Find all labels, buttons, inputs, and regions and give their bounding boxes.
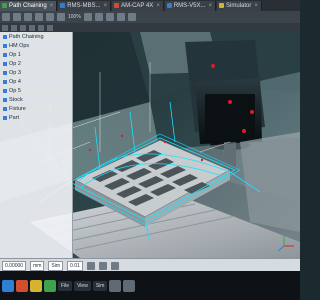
- sim-mode[interactable]: Sim: [48, 260, 64, 271]
- fixture-icon: [3, 106, 7, 111]
- close-icon[interactable]: ×: [104, 3, 108, 9]
- play-icon[interactable]: [29, 24, 35, 31]
- tree-item-label: Op 2: [9, 60, 21, 67]
- pan-icon[interactable]: [94, 13, 103, 21]
- axis-marker-icon: [242, 129, 246, 133]
- tree-item[interactable]: Op 2: [0, 59, 72, 68]
- grid-icon[interactable]: [86, 261, 95, 270]
- tree-item-label: Path Chaining: [9, 33, 44, 40]
- part-icon: [3, 115, 7, 120]
- redo-icon[interactable]: [46, 13, 54, 21]
- new-file-icon[interactable]: [2, 13, 10, 21]
- open-folder-icon[interactable]: [13, 13, 21, 21]
- zoom-icon[interactable]: [57, 13, 65, 21]
- pause-icon[interactable]: [38, 24, 44, 31]
- layers-icon[interactable]: [110, 261, 119, 270]
- close-icon[interactable]: ×: [156, 3, 160, 9]
- tree-item-label: Op 4: [9, 78, 21, 85]
- operation-icon: [3, 52, 7, 57]
- cam-app-icon[interactable]: [44, 279, 56, 292]
- section-icon[interactable]: [20, 24, 26, 31]
- close-icon[interactable]: ×: [50, 3, 54, 9]
- tab-rms-mbs[interactable]: RMS-MBS... ×: [58, 0, 112, 11]
- tree-item[interactable]: Path Chaining: [0, 32, 72, 41]
- stop-icon[interactable]: [47, 24, 53, 31]
- save-icon[interactable]: [24, 13, 32, 21]
- operation-icon: [3, 79, 7, 84]
- operation-icon: [3, 70, 7, 75]
- start-icon[interactable]: [2, 279, 14, 292]
- tree-item-label: Op 3: [9, 69, 21, 76]
- folder-icon: [3, 43, 7, 48]
- operations-tree: Path Chaining HM Ops Op 1 Op 2 Op 3 Op 4…: [0, 32, 73, 258]
- tab-am-cap[interactable]: AM-CAP 4X ×: [112, 0, 164, 11]
- tree-item[interactable]: HM Ops: [0, 41, 72, 50]
- select-icon[interactable]: [2, 24, 8, 31]
- units-select[interactable]: mm: [30, 260, 45, 271]
- network-icon[interactable]: [123, 279, 136, 292]
- taskbar-item[interactable]: Sim: [92, 280, 108, 291]
- tree-item[interactable]: Op 1: [0, 50, 72, 59]
- tree-item[interactable]: Fixture: [0, 104, 72, 113]
- tab-label: Simulator: [226, 2, 252, 9]
- document-icon: [166, 3, 172, 8]
- tree-item-label: Part: [9, 114, 20, 121]
- tab-rms-v5x[interactable]: RMS-V5X... ×: [164, 0, 217, 11]
- tree-item-label: Op 1: [9, 51, 21, 58]
- tolerance-field[interactable]: 0.01: [67, 260, 83, 271]
- tab-label: RMS-V5X...: [173, 2, 206, 9]
- folder-icon: [3, 34, 7, 39]
- status-bar: 0.00000 mm Sim 0.01: [0, 258, 300, 272]
- axis-marker-icon: [228, 100, 232, 104]
- tab-label: RMS-MBS...: [67, 2, 101, 9]
- tree-item[interactable]: Op 3: [0, 68, 72, 77]
- secondary-toolbar: [0, 23, 300, 32]
- document-icon: [60, 3, 66, 8]
- os-taskbar: File View Sim: [0, 271, 300, 300]
- tab-path-chaining[interactable]: Path Chaining ×: [0, 0, 58, 11]
- tab-label: AM-CAP 4X: [121, 2, 154, 9]
- browser-icon[interactable]: [16, 279, 28, 292]
- tree-item-label: Op 5: [9, 87, 21, 94]
- document-icon: [114, 3, 120, 8]
- operation-icon: [3, 61, 7, 66]
- axis-marker-icon: [211, 64, 215, 68]
- view-cube-icon[interactable]: [105, 13, 114, 21]
- tree-item-label: Stock: [9, 96, 23, 103]
- document-tabs: Path Chaining × RMS-MBS... × AM-CAP 4X ×…: [0, 0, 300, 11]
- tree-item-label: Fixture: [9, 105, 26, 112]
- document-icon: [219, 3, 225, 8]
- document-icon: [2, 3, 7, 8]
- tree-item-label: HM Ops: [9, 42, 30, 49]
- tab-simulator[interactable]: Simulator ×: [217, 0, 262, 11]
- taskbar-item[interactable]: View: [74, 280, 91, 291]
- close-icon[interactable]: ×: [254, 3, 258, 9]
- tree-item[interactable]: Stock: [0, 95, 72, 104]
- undo-icon[interactable]: [35, 13, 43, 21]
- settings-icon[interactable]: [109, 279, 122, 292]
- rotate-icon[interactable]: [83, 13, 92, 21]
- zoom-level: 100%: [68, 14, 81, 20]
- stock-icon: [3, 97, 7, 102]
- shade-icon[interactable]: [127, 13, 136, 21]
- measure-icon[interactable]: [11, 24, 17, 31]
- wireframe-icon[interactable]: [116, 13, 125, 21]
- operation-icon: [3, 88, 7, 93]
- folder-icon[interactable]: [30, 279, 42, 292]
- taskbar-item[interactable]: File: [58, 280, 73, 291]
- tree-item[interactable]: Op 4: [0, 77, 72, 86]
- app-window: Path Chaining × RMS-MBS... × AM-CAP 4X ×…: [0, 0, 300, 300]
- tree-item[interactable]: Op 5: [0, 86, 72, 95]
- tab-label: Path Chaining: [9, 2, 47, 9]
- coordinate-readout: 0.00000: [2, 260, 27, 271]
- axis-marker-icon: [250, 110, 254, 114]
- main-toolbar: 100%: [0, 11, 300, 23]
- snap-icon[interactable]: [98, 261, 107, 270]
- tree-item[interactable]: Part: [0, 113, 72, 122]
- close-icon[interactable]: ×: [209, 3, 213, 9]
